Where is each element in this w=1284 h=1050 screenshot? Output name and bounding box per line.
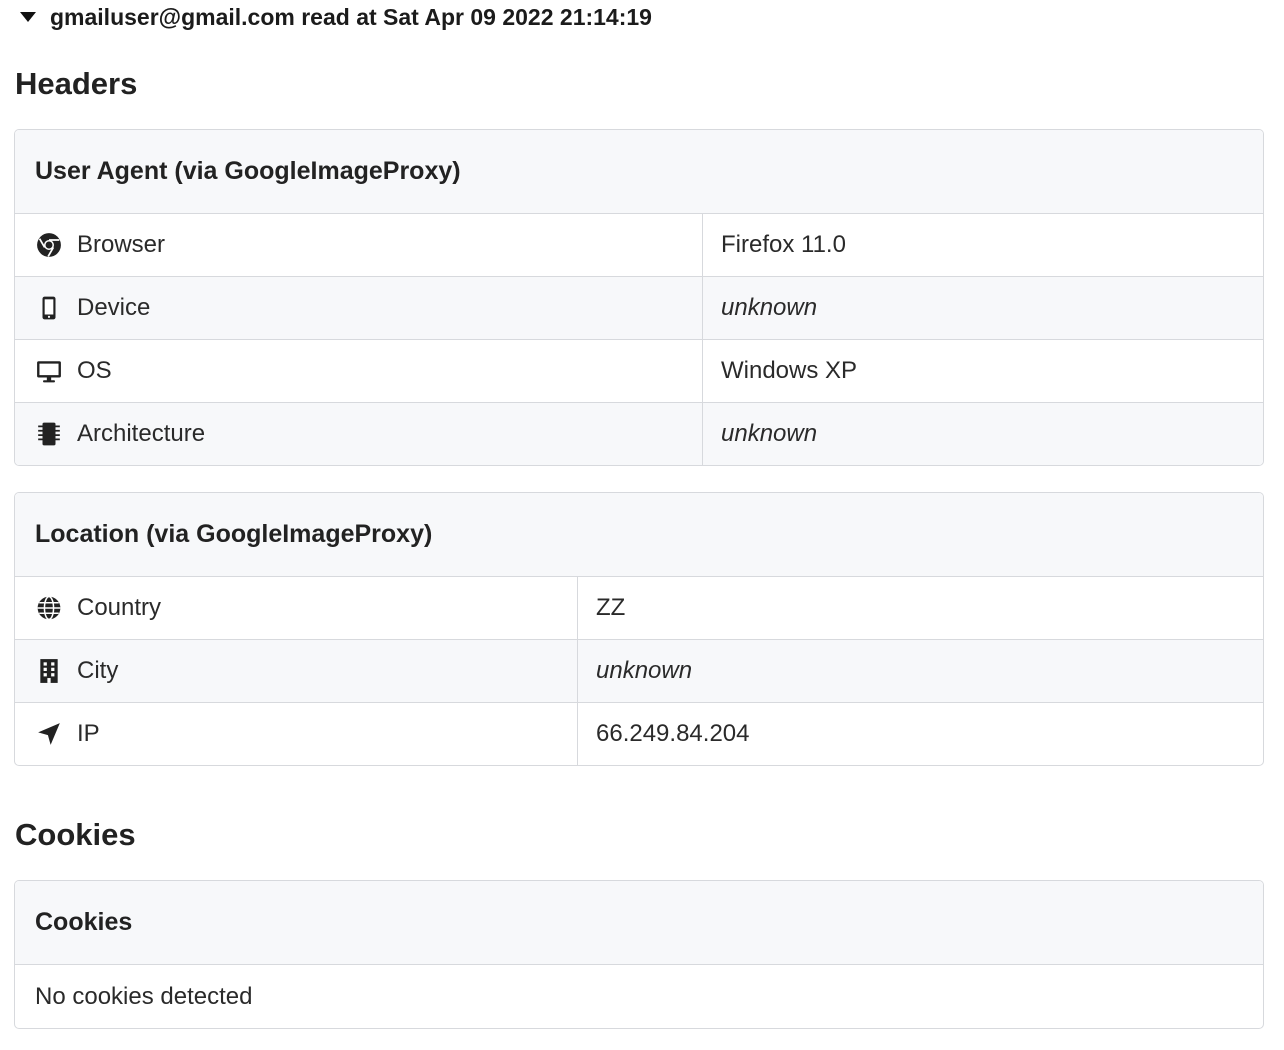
ip-value: 66.249.84.204 xyxy=(596,720,750,747)
table-row: Architecture unknown xyxy=(15,403,1263,465)
table-row: Device unknown xyxy=(15,277,1263,340)
table-row: Browser Firefox 11.0 xyxy=(15,214,1263,277)
headers-heading: Headers xyxy=(15,66,138,101)
no-cookies-message: No cookies detected xyxy=(35,982,253,1010)
city-label: City xyxy=(77,657,119,684)
ip-label: IP xyxy=(77,720,100,747)
country-label: Country xyxy=(77,594,162,621)
read-event-summary-text: gmailuser@gmail.com read at Sat Apr 09 2… xyxy=(50,3,652,30)
city-value: unknown xyxy=(596,657,693,684)
architecture-label: Architecture xyxy=(77,420,206,447)
caret-down-icon xyxy=(20,12,36,22)
device-label: Device xyxy=(77,294,151,321)
browser-value: Firefox 11.0 xyxy=(721,231,846,258)
cookies-heading: Cookies xyxy=(15,817,136,852)
desktop-monitor-icon xyxy=(35,357,63,385)
building-icon xyxy=(35,657,63,685)
location-card-title: Location (via GoogleImageProxy) xyxy=(15,493,1263,577)
location-card: Location (via GoogleImageProxy) Country … xyxy=(14,492,1264,766)
table-row: IP 66.249.84.204 xyxy=(15,703,1263,765)
architecture-value: unknown xyxy=(721,420,818,447)
cookies-card-title: Cookies xyxy=(15,881,1263,965)
table-row: OS Windows XP xyxy=(15,340,1263,403)
os-label: OS xyxy=(77,357,112,384)
location-arrow-icon xyxy=(35,720,63,748)
chrome-icon xyxy=(35,231,63,259)
os-value: Windows XP xyxy=(721,357,858,384)
table-row: City unknown xyxy=(15,640,1263,703)
user-agent-card-title: User Agent (via GoogleImageProxy) xyxy=(15,130,1263,214)
mobile-phone-icon xyxy=(35,294,63,322)
device-value: unknown xyxy=(721,294,818,321)
table-row: Country ZZ xyxy=(15,577,1263,640)
country-value: ZZ xyxy=(596,594,626,621)
cookies-card: Cookies No cookies detected xyxy=(14,880,1264,1029)
globe-icon xyxy=(35,594,63,622)
read-event-summary[interactable]: gmailuser@gmail.com read at Sat Apr 09 2… xyxy=(20,2,652,32)
microchip-icon xyxy=(35,420,63,448)
user-agent-card: User Agent (via GoogleImageProxy) Browse… xyxy=(14,129,1264,466)
browser-label: Browser xyxy=(77,231,166,258)
